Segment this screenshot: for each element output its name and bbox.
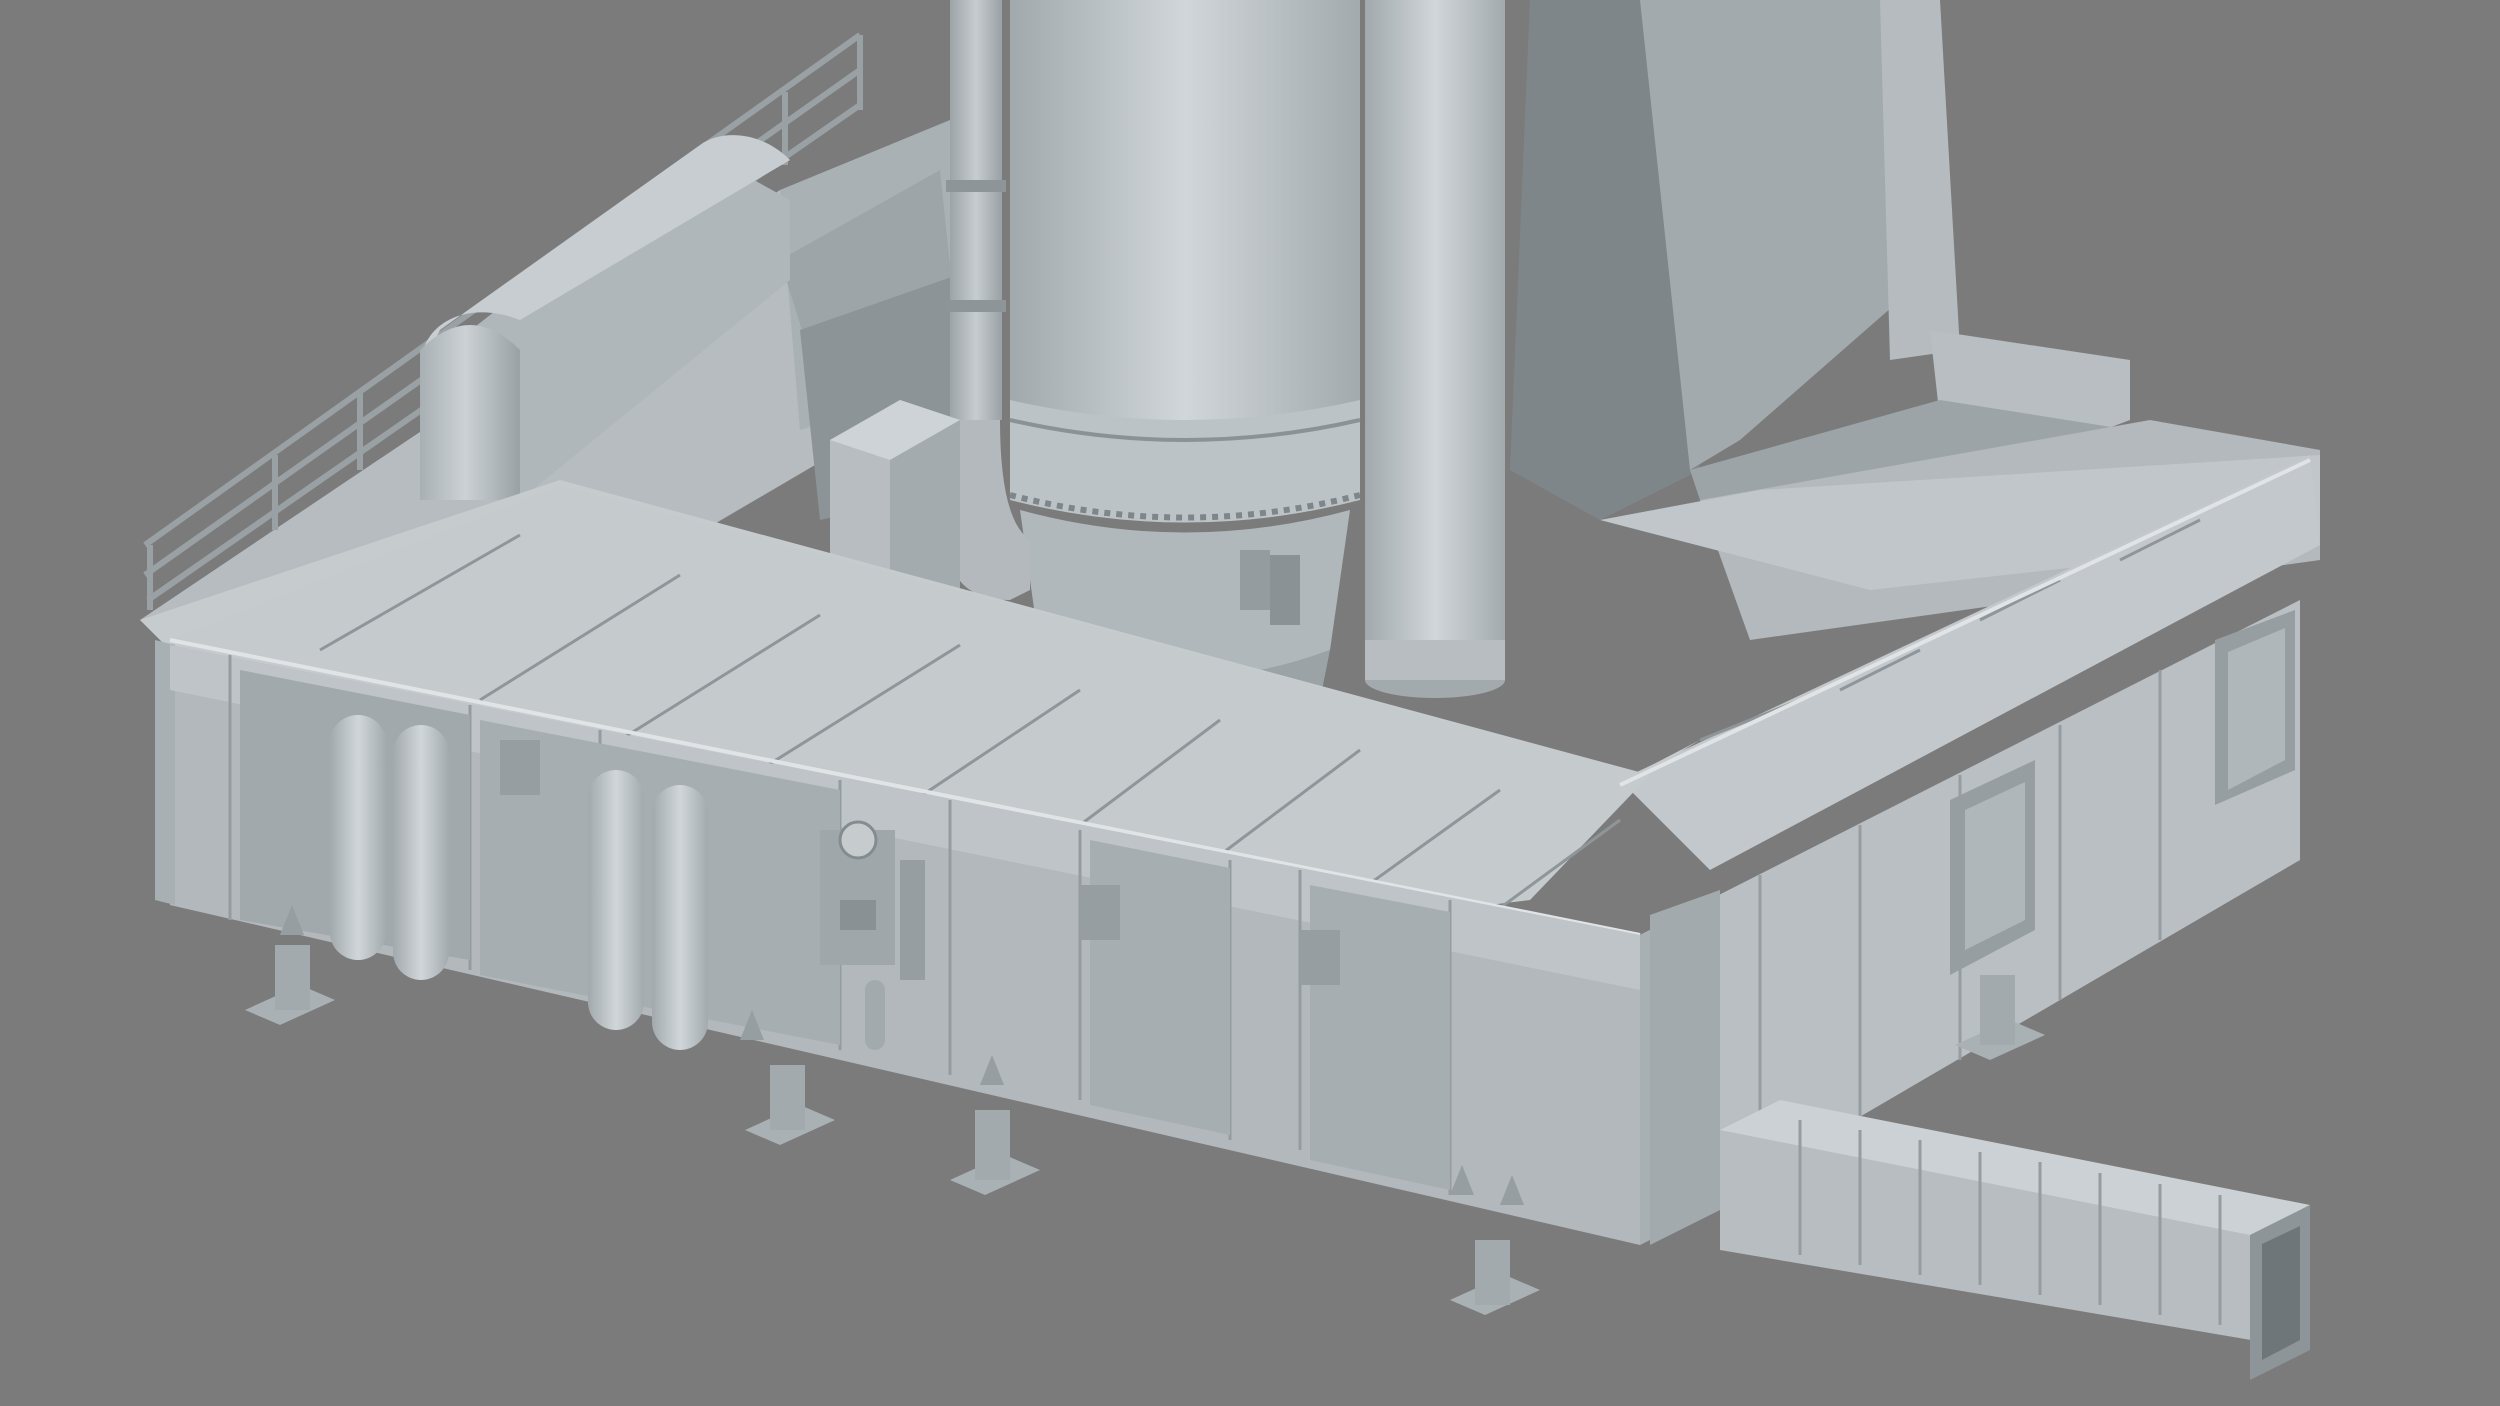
main-silo xyxy=(1009,0,1361,720)
secondary-silo xyxy=(1365,0,1505,698)
render-canvas xyxy=(0,0,2500,1406)
corner-column xyxy=(1650,890,1720,1245)
